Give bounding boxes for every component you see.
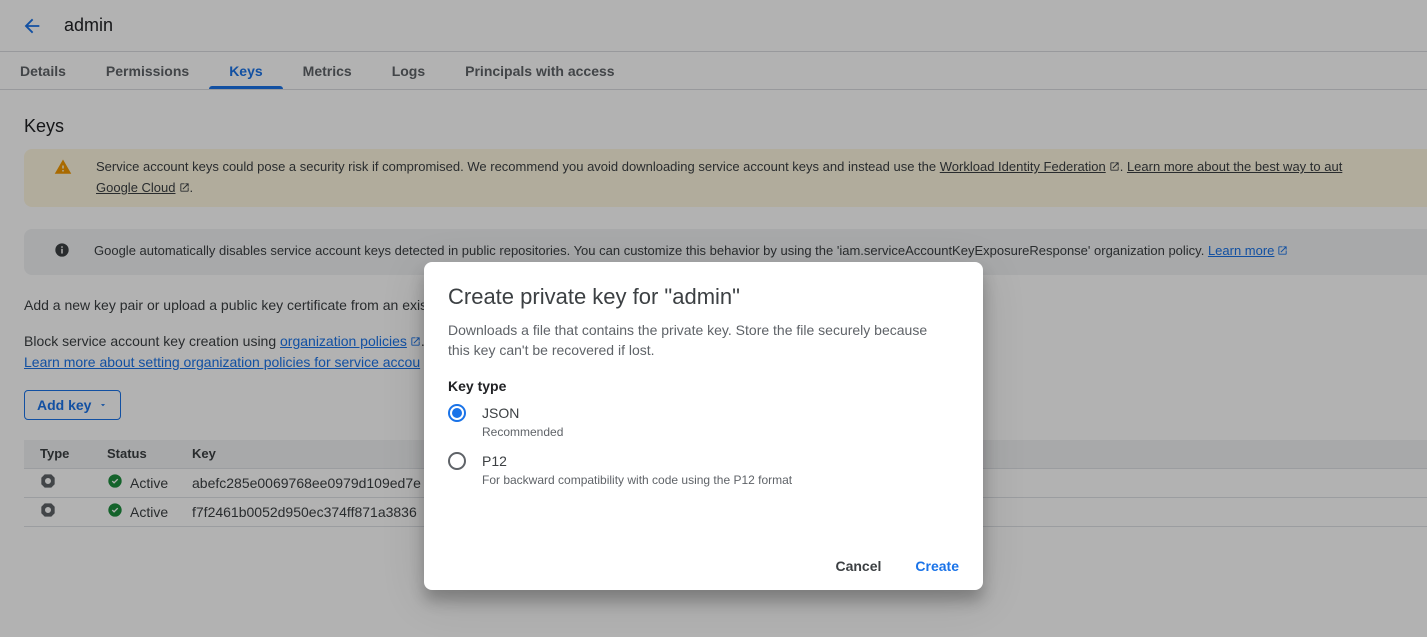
create-private-key-dialog: Create private key for "admin" Downloads… xyxy=(424,262,983,590)
radio-option-label: P12 xyxy=(482,453,507,469)
radio-option-label: JSON xyxy=(482,405,519,421)
dialog-footer: Cancel Create xyxy=(835,558,959,574)
cancel-button[interactable]: Cancel xyxy=(835,558,881,574)
radio-selected-icon[interactable] xyxy=(448,404,466,422)
radio-option-p12[interactable]: P12 xyxy=(448,452,959,470)
radio-option-description: For backward compatibility with code usi… xyxy=(482,473,959,488)
key-type-label: Key type xyxy=(448,378,959,394)
radio-unselected-icon[interactable] xyxy=(448,452,466,470)
radio-option-json[interactable]: JSON xyxy=(448,404,959,422)
create-button[interactable]: Create xyxy=(915,558,959,574)
dialog-title: Create private key for "admin" xyxy=(448,284,959,310)
radio-option-description: Recommended xyxy=(482,425,959,440)
dialog-description: Downloads a file that contains the priva… xyxy=(448,320,959,360)
